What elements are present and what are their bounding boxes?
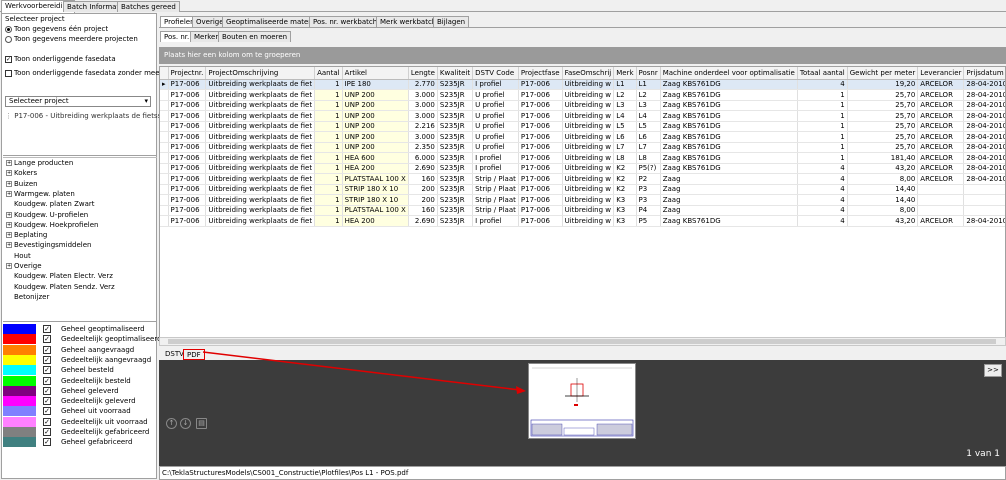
annotation-arrow bbox=[202, 351, 526, 394]
